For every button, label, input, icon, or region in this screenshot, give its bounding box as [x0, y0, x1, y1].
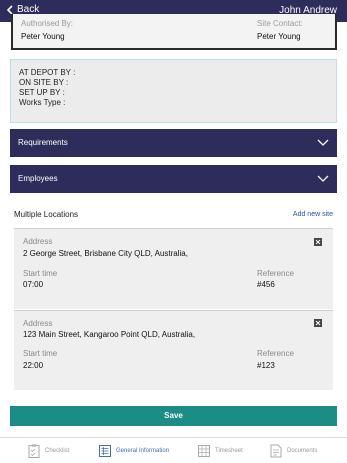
reference-value: #456	[257, 280, 275, 289]
location-card: Address 123 Main Street, Kangaroo Point …	[14, 310, 333, 390]
chevron-down-icon	[317, 175, 329, 182]
reference-label: Reference	[257, 269, 294, 278]
remove-location-icon[interactable]	[314, 319, 322, 327]
tab-checklist[interactable]: Checklist	[28, 438, 69, 463]
site-contact-label: Site Contact:	[257, 19, 303, 28]
tab-timesheet[interactable]: Timesheet	[198, 438, 243, 463]
on-site-by-label: ON SITE BY :	[19, 78, 69, 87]
bottom-tab-bar: Checklist General Information Timesheet …	[0, 437, 347, 463]
divider	[14, 228, 333, 229]
requirements-accordion[interactable]: Requirements	[10, 129, 337, 157]
authorised-by-value: Peter Young	[21, 32, 65, 41]
employees-accordion[interactable]: Employees	[10, 165, 337, 193]
tab-label: General Information	[116, 448, 170, 454]
address-value: 2 George Street, Brisbane City QLD, Aust…	[23, 249, 188, 258]
address-value: 123 Main Street, Kangaroo Point QLD, Aus…	[23, 330, 196, 339]
tab-documents[interactable]: Documents	[270, 438, 317, 463]
status-block: AT DEPOT BY : ON SITE BY : SET UP BY : W…	[10, 59, 337, 123]
location-card: Address 2 George Street, Brisbane City Q…	[14, 228, 333, 309]
add-new-site-link[interactable]: Add new site	[293, 211, 333, 218]
start-time-label: Start time	[23, 349, 58, 358]
site-contact-value: Peter Young	[257, 32, 301, 41]
reference-label: Reference	[257, 349, 294, 358]
documents-icon	[270, 444, 282, 458]
authorised-by-label: Authorised By:	[21, 19, 74, 28]
multiple-locations-title: Multiple Locations	[14, 210, 79, 219]
address-label: Address	[23, 319, 53, 328]
start-time-label: Start time	[23, 269, 58, 278]
tab-label: Checklist	[45, 448, 70, 454]
chevron-left-icon	[6, 4, 13, 15]
divider	[14, 310, 333, 311]
employees-label: Employees	[18, 174, 58, 183]
start-time-value: 22:00	[23, 361, 44, 370]
at-depot-by-label: AT DEPOT BY :	[19, 68, 76, 77]
tab-label: Documents	[287, 448, 318, 454]
tab-label: Timesheet	[215, 448, 243, 454]
works-type-label: Works Type :	[19, 98, 66, 107]
requirements-label: Requirements	[18, 138, 68, 147]
list-icon	[99, 445, 111, 457]
remove-location-icon[interactable]	[314, 238, 322, 246]
start-time-value: 07:00	[23, 280, 44, 289]
reference-value: #123	[257, 361, 275, 370]
authorisation-card: Authorised By: Peter Young Site Contact:…	[11, 14, 337, 50]
address-label: Address	[23, 237, 53, 246]
tab-general-information[interactable]: General Information	[99, 438, 169, 463]
checklist-icon	[28, 444, 40, 458]
chevron-down-icon	[317, 139, 329, 146]
set-up-by-label: SET UP BY :	[19, 88, 65, 97]
timesheet-icon	[198, 445, 210, 457]
save-button[interactable]: Save	[10, 406, 337, 426]
